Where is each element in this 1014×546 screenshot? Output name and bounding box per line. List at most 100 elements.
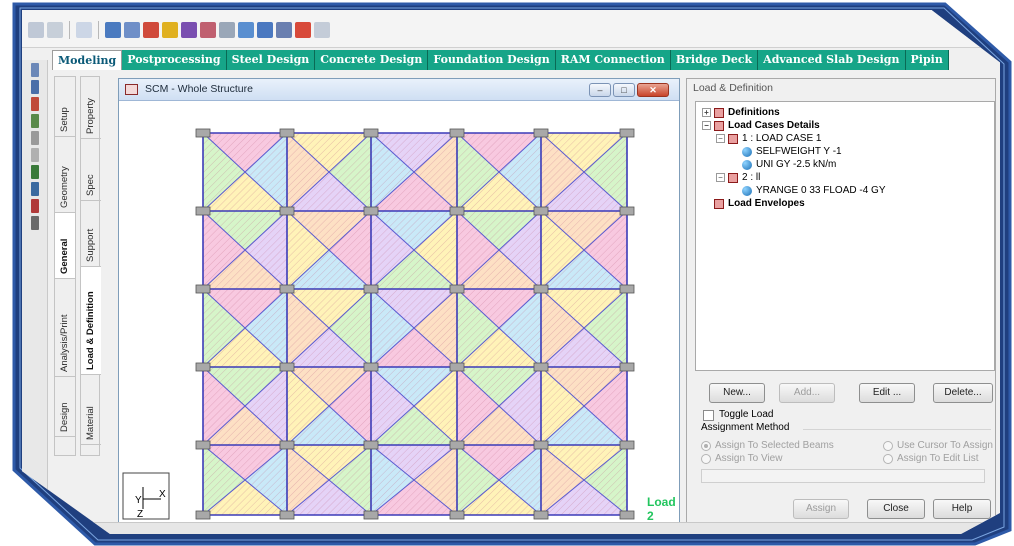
view-top-icon[interactable] — [31, 97, 39, 111]
select-cursor-icon[interactable] — [219, 22, 235, 38]
load-tree[interactable]: + Definitions − Load Cases Details −1 : LO… — [695, 101, 995, 371]
edit-button[interactable]: Edit ... — [859, 383, 915, 403]
minimize-button[interactable]: – — [589, 83, 611, 97]
isometric-icon[interactable] — [31, 182, 39, 196]
support-node — [363, 362, 379, 372]
zoom-icon[interactable] — [31, 148, 39, 162]
mirror-icon[interactable] — [276, 22, 292, 38]
vtab-geometry[interactable]: Geometry — [55, 137, 75, 213]
select-geometry-icon[interactable] — [200, 22, 216, 38]
tab-bridge-deck[interactable]: Bridge Deck — [670, 50, 759, 70]
vtab-general-label: General — [59, 238, 70, 274]
rotate-icon[interactable] — [31, 131, 39, 145]
window-icon — [125, 84, 138, 95]
toggle-load-checkbox[interactable] — [703, 410, 714, 421]
cut-icon[interactable] — [28, 22, 44, 38]
edit-list-field[interactable] — [701, 469, 985, 483]
view-icon[interactable] — [31, 63, 39, 77]
select-nodes-icon[interactable] — [105, 22, 121, 38]
view-side-icon[interactable] — [31, 114, 39, 128]
tree-label: Load Envelopes — [728, 198, 805, 209]
select-beams-icon[interactable] — [124, 22, 140, 38]
tree-label: UNI GY -2.5 kN/m — [756, 159, 837, 170]
group-divider — [803, 429, 991, 430]
delete-button[interactable]: Delete... — [933, 383, 993, 403]
vtab-design[interactable]: Design — [55, 377, 75, 437]
tree-item-uni-gy[interactable]: UNI GY -2.5 kN/m — [702, 158, 988, 171]
tree-node-case-2[interactable]: − 2 : ll — [702, 171, 988, 184]
tree-item-yrange[interactable]: YRANGE 0 33 FLOAD -4 GY — [702, 184, 988, 197]
collapse-icon[interactable]: − — [702, 121, 711, 130]
vtab-analysis-print[interactable]: Analysis/Print — [55, 279, 75, 377]
load-definition-panel: Load & Definition + Definitions − Load Cas… — [686, 78, 996, 534]
tree-node-load-cases[interactable]: − Load Cases Details — [702, 119, 988, 132]
support-node — [619, 284, 635, 294]
collapse-icon[interactable]: − — [716, 134, 725, 143]
structure-window-titlebar[interactable]: SCM - Whole Structure – □ ✕ — [119, 79, 679, 101]
support-node — [449, 440, 465, 450]
assign-to-view-radio[interactable] — [701, 454, 711, 464]
label-icon[interactable] — [31, 199, 39, 213]
expand-icon[interactable]: + — [702, 108, 711, 117]
undo-icon[interactable] — [76, 22, 92, 38]
collapse-icon[interactable]: − — [716, 173, 725, 182]
support-node — [279, 440, 295, 450]
translational-repeat-icon[interactable] — [238, 22, 254, 38]
vtab-setup[interactable]: Setup — [55, 77, 75, 137]
close-window-button[interactable]: ✕ — [637, 83, 669, 97]
tab-ram-connection[interactable]: RAM Connection — [555, 50, 671, 70]
support-node — [279, 362, 295, 372]
support-node — [533, 284, 549, 294]
tab-piping[interactable]: Pipin — [905, 50, 949, 70]
assign-button[interactable]: Assign — [793, 499, 849, 519]
vtab-spec[interactable]: Spec — [81, 139, 101, 201]
vtab-support[interactable]: Support — [81, 201, 101, 267]
outer-vertical-tabs: Setup Geometry General Analysis/Print De… — [54, 76, 76, 456]
support-node — [533, 362, 549, 372]
add-button[interactable]: Add... — [779, 383, 835, 403]
vtab-material[interactable]: Material — [81, 375, 101, 445]
select-surfaces-icon[interactable] — [181, 22, 197, 38]
display-icon[interactable] — [31, 216, 39, 230]
support-node — [619, 510, 635, 520]
load-item-icon — [742, 146, 752, 157]
support-node — [195, 510, 211, 520]
vtab-geometry-label: Geometry — [59, 166, 70, 208]
tab-foundation-design[interactable]: Foundation Design — [428, 50, 556, 70]
tree-label: Load Cases Details — [728, 120, 820, 131]
close-button[interactable]: Close — [867, 499, 925, 519]
select-solids-icon[interactable] — [162, 22, 178, 38]
tab-postprocessing[interactable]: Postprocessing — [122, 50, 227, 70]
assign-selected-beams-radio[interactable] — [701, 441, 711, 451]
new-button[interactable]: New... — [709, 383, 765, 403]
load-case-icon — [728, 172, 738, 183]
support-node — [363, 128, 379, 138]
use-cursor-radio[interactable] — [883, 441, 893, 451]
tree-node-load-envelopes[interactable]: Load Envelopes — [702, 197, 988, 210]
structure-viewport[interactable]: Y X Z — [119, 101, 679, 529]
pan-icon[interactable] — [31, 165, 39, 179]
add-beam-icon[interactable] — [295, 22, 311, 38]
tree-label: YRANGE 0 33 FLOAD -4 GY — [756, 185, 886, 196]
tree-item-selfweight[interactable]: SELFWEIGHT Y -1 — [702, 145, 988, 158]
help-button[interactable]: Help — [933, 499, 991, 519]
tree-node-definitions[interactable]: + Definitions — [702, 106, 988, 119]
vtab-load-definition[interactable]: Load & Definition — [81, 267, 101, 375]
view-front-icon[interactable] — [31, 80, 39, 94]
tab-concrete-design[interactable]: Concrete Design — [315, 50, 429, 70]
tree-label: SELFWEIGHT Y -1 — [756, 146, 842, 157]
maximize-button[interactable]: □ — [613, 83, 635, 97]
circular-repeat-icon[interactable] — [257, 22, 273, 38]
copy-icon[interactable] — [47, 22, 63, 38]
toolbar-separator — [98, 21, 99, 39]
tab-modeling[interactable]: Modeling — [52, 50, 123, 70]
vtab-general[interactable]: General — [55, 213, 75, 279]
vtab-property[interactable]: Property — [81, 77, 101, 139]
support-node — [363, 510, 379, 520]
select-plates-icon[interactable] — [143, 22, 159, 38]
assign-edit-list-radio[interactable] — [883, 454, 893, 464]
tab-advanced-slab-design[interactable]: Advanced Slab Design — [758, 50, 906, 70]
snap-node-icon[interactable] — [314, 22, 330, 38]
tree-node-case-1[interactable]: − 1 : LOAD CASE 1 — [702, 132, 988, 145]
tab-steel-design[interactable]: Steel Design — [226, 50, 316, 70]
